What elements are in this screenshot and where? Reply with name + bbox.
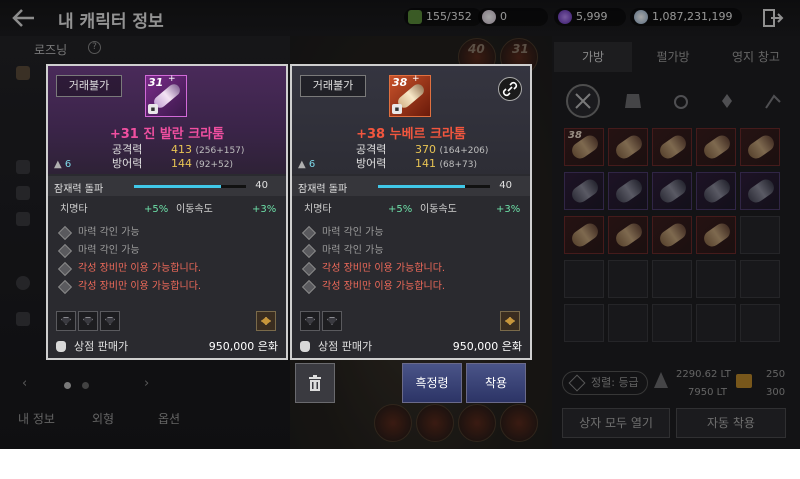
lock-icon: ▪ (148, 104, 158, 114)
attack-detail: (256+157) (195, 146, 245, 156)
enhance-plus: + (168, 74, 176, 84)
effect-diamond-icon (57, 243, 73, 259)
item-icon[interactable]: 31 + ▪ (145, 74, 187, 117)
game-screen: 내 캐릭터 정보 155/352 0 5,999 1,087,231,199 로… (0, 0, 800, 449)
effect-text: 마력 각인 가능 (78, 227, 140, 238)
effect-text: 각성 장비만 이용 가능합니다. (322, 263, 446, 274)
effect-diamond-icon (301, 261, 317, 277)
crit-value: +5% (144, 204, 169, 215)
shop-price-value: 950,000 은화 (452, 340, 522, 353)
defense-detail: (92+52) (195, 160, 233, 170)
effect-text: 각성 장비만 이용 가능합니다. (322, 281, 446, 292)
gem-slots (292, 309, 530, 333)
attack-detail: (164+206) (439, 146, 489, 156)
weight-marker: ▲ 6 (298, 159, 316, 170)
link-button[interactable] (498, 77, 522, 101)
shop-price-label: 상점 판매가 (74, 340, 129, 353)
item-name: +38 누베르 크라툼 (356, 127, 466, 142)
effect-text: 각성 장비만 이용 가능합니다. (78, 263, 202, 274)
emblem-icon[interactable] (256, 311, 276, 331)
trash-icon (309, 375, 321, 391)
effect-diamond-icon (57, 225, 73, 241)
trade-status-badge: 거래불가 (56, 75, 122, 97)
shop-price-row: 상점 판매가 950,000 은화 (292, 336, 530, 358)
potential-value: 40 (255, 180, 268, 191)
potential-label: 잠재력 돌파 (54, 184, 104, 195)
sub-stats: 치명타 +5% 이동속도 +3% (292, 202, 530, 218)
sub-stats: 치명타 +5% 이동속도 +3% (48, 202, 286, 218)
money-bag-icon (56, 341, 66, 352)
effect-diamond-icon (57, 261, 73, 277)
defense-detail: (68+73) (439, 160, 477, 170)
crit-label: 치명타 (304, 204, 332, 215)
link-icon (502, 81, 518, 97)
effect-diamond-icon (57, 279, 73, 295)
defense-label: 방어력 (112, 157, 143, 170)
effect-text: 마력 각인 가능 (322, 245, 384, 256)
weight-marker: ▲ 6 (54, 159, 72, 170)
defense-value: 141 (415, 157, 436, 170)
effect-text: 마력 각인 가능 (78, 245, 140, 256)
enhance-level: 31 (148, 76, 164, 89)
potential-row: 잠재력 돌파 40 (292, 176, 530, 196)
item-card-equipped: 거래불가 31 + ▪ +31 진 발란 크라툼 공격력 413 (256+15… (46, 64, 288, 360)
effect-text: 마력 각인 가능 (322, 227, 384, 238)
black-spirit-button[interactable]: 흑정령 (402, 363, 462, 403)
emblem-icon[interactable] (500, 311, 520, 331)
discard-button[interactable] (295, 363, 335, 403)
effect-diamond-icon (301, 225, 317, 241)
enhance-level: 38 (392, 76, 408, 89)
crit-value: +5% (388, 204, 413, 215)
gem-slot-icon[interactable] (100, 311, 120, 331)
potential-bar-fill (378, 185, 466, 188)
gem-slot-icon[interactable] (56, 311, 76, 331)
potential-bar-fill (134, 185, 222, 188)
move-speed-label: 이동속도 (176, 204, 213, 215)
attack-label: 공격력 (356, 143, 387, 156)
item-card-compare: 거래불가 38 + ▪ +38 누베르 크라툼 공격력 370 (164+206… (290, 64, 532, 360)
move-speed-label: 이동속도 (420, 204, 457, 215)
move-speed-value: +3% (496, 204, 521, 215)
attack-stat: 공격력 413 (256+157) (48, 143, 286, 157)
move-speed-value: +3% (252, 204, 277, 215)
attack-label: 공격력 (112, 143, 143, 156)
effect-diamond-icon (301, 279, 317, 295)
money-bag-icon (300, 341, 310, 352)
defense-stat: 방어력 141 (68+73) (292, 157, 530, 171)
effect-text: 각성 장비만 이용 가능합니다. (78, 281, 202, 292)
defense-value: 144 (171, 157, 192, 170)
shop-price-row: 상점 판매가 950,000 은화 (48, 336, 286, 358)
enhance-plus: + (412, 74, 420, 84)
effect-diamond-icon (301, 243, 317, 259)
trade-status-badge: 거래불가 (300, 75, 366, 97)
weight-level: 6 (64, 159, 72, 170)
gem-slots (48, 309, 286, 333)
shop-price-label: 상점 판매가 (318, 340, 373, 353)
item-name: +31 진 발란 크라툼 (109, 127, 225, 142)
shop-price-value: 950,000 은화 (208, 340, 278, 353)
weight-level: 6 (308, 159, 316, 170)
potential-row: 잠재력 돌파 40 (48, 176, 286, 196)
defense-stat: 방어력 144 (92+52) (48, 157, 286, 171)
potential-bar (378, 185, 490, 188)
attack-value: 413 (171, 143, 192, 156)
potential-value: 40 (499, 180, 512, 191)
potential-label: 잠재력 돌파 (298, 184, 348, 195)
equip-button[interactable]: 착용 (466, 363, 526, 403)
gem-slot-icon[interactable] (322, 311, 342, 331)
potential-bar (134, 185, 246, 188)
defense-label: 방어력 (356, 157, 387, 170)
attack-stat: 공격력 370 (164+206) (292, 143, 530, 157)
lock-icon: ▪ (392, 104, 402, 114)
gem-slot-icon[interactable] (300, 311, 320, 331)
gem-slot-icon[interactable] (78, 311, 98, 331)
item-card-header: 거래불가 38 + ▪ +38 누베르 크라툼 공격력 370 (164+206… (292, 66, 530, 174)
attack-value: 370 (415, 143, 436, 156)
crit-label: 치명타 (60, 204, 88, 215)
item-icon[interactable]: 38 + ▪ (389, 74, 431, 117)
item-card-header: 거래불가 31 + ▪ +31 진 발란 크라툼 공격력 413 (256+15… (48, 66, 286, 174)
